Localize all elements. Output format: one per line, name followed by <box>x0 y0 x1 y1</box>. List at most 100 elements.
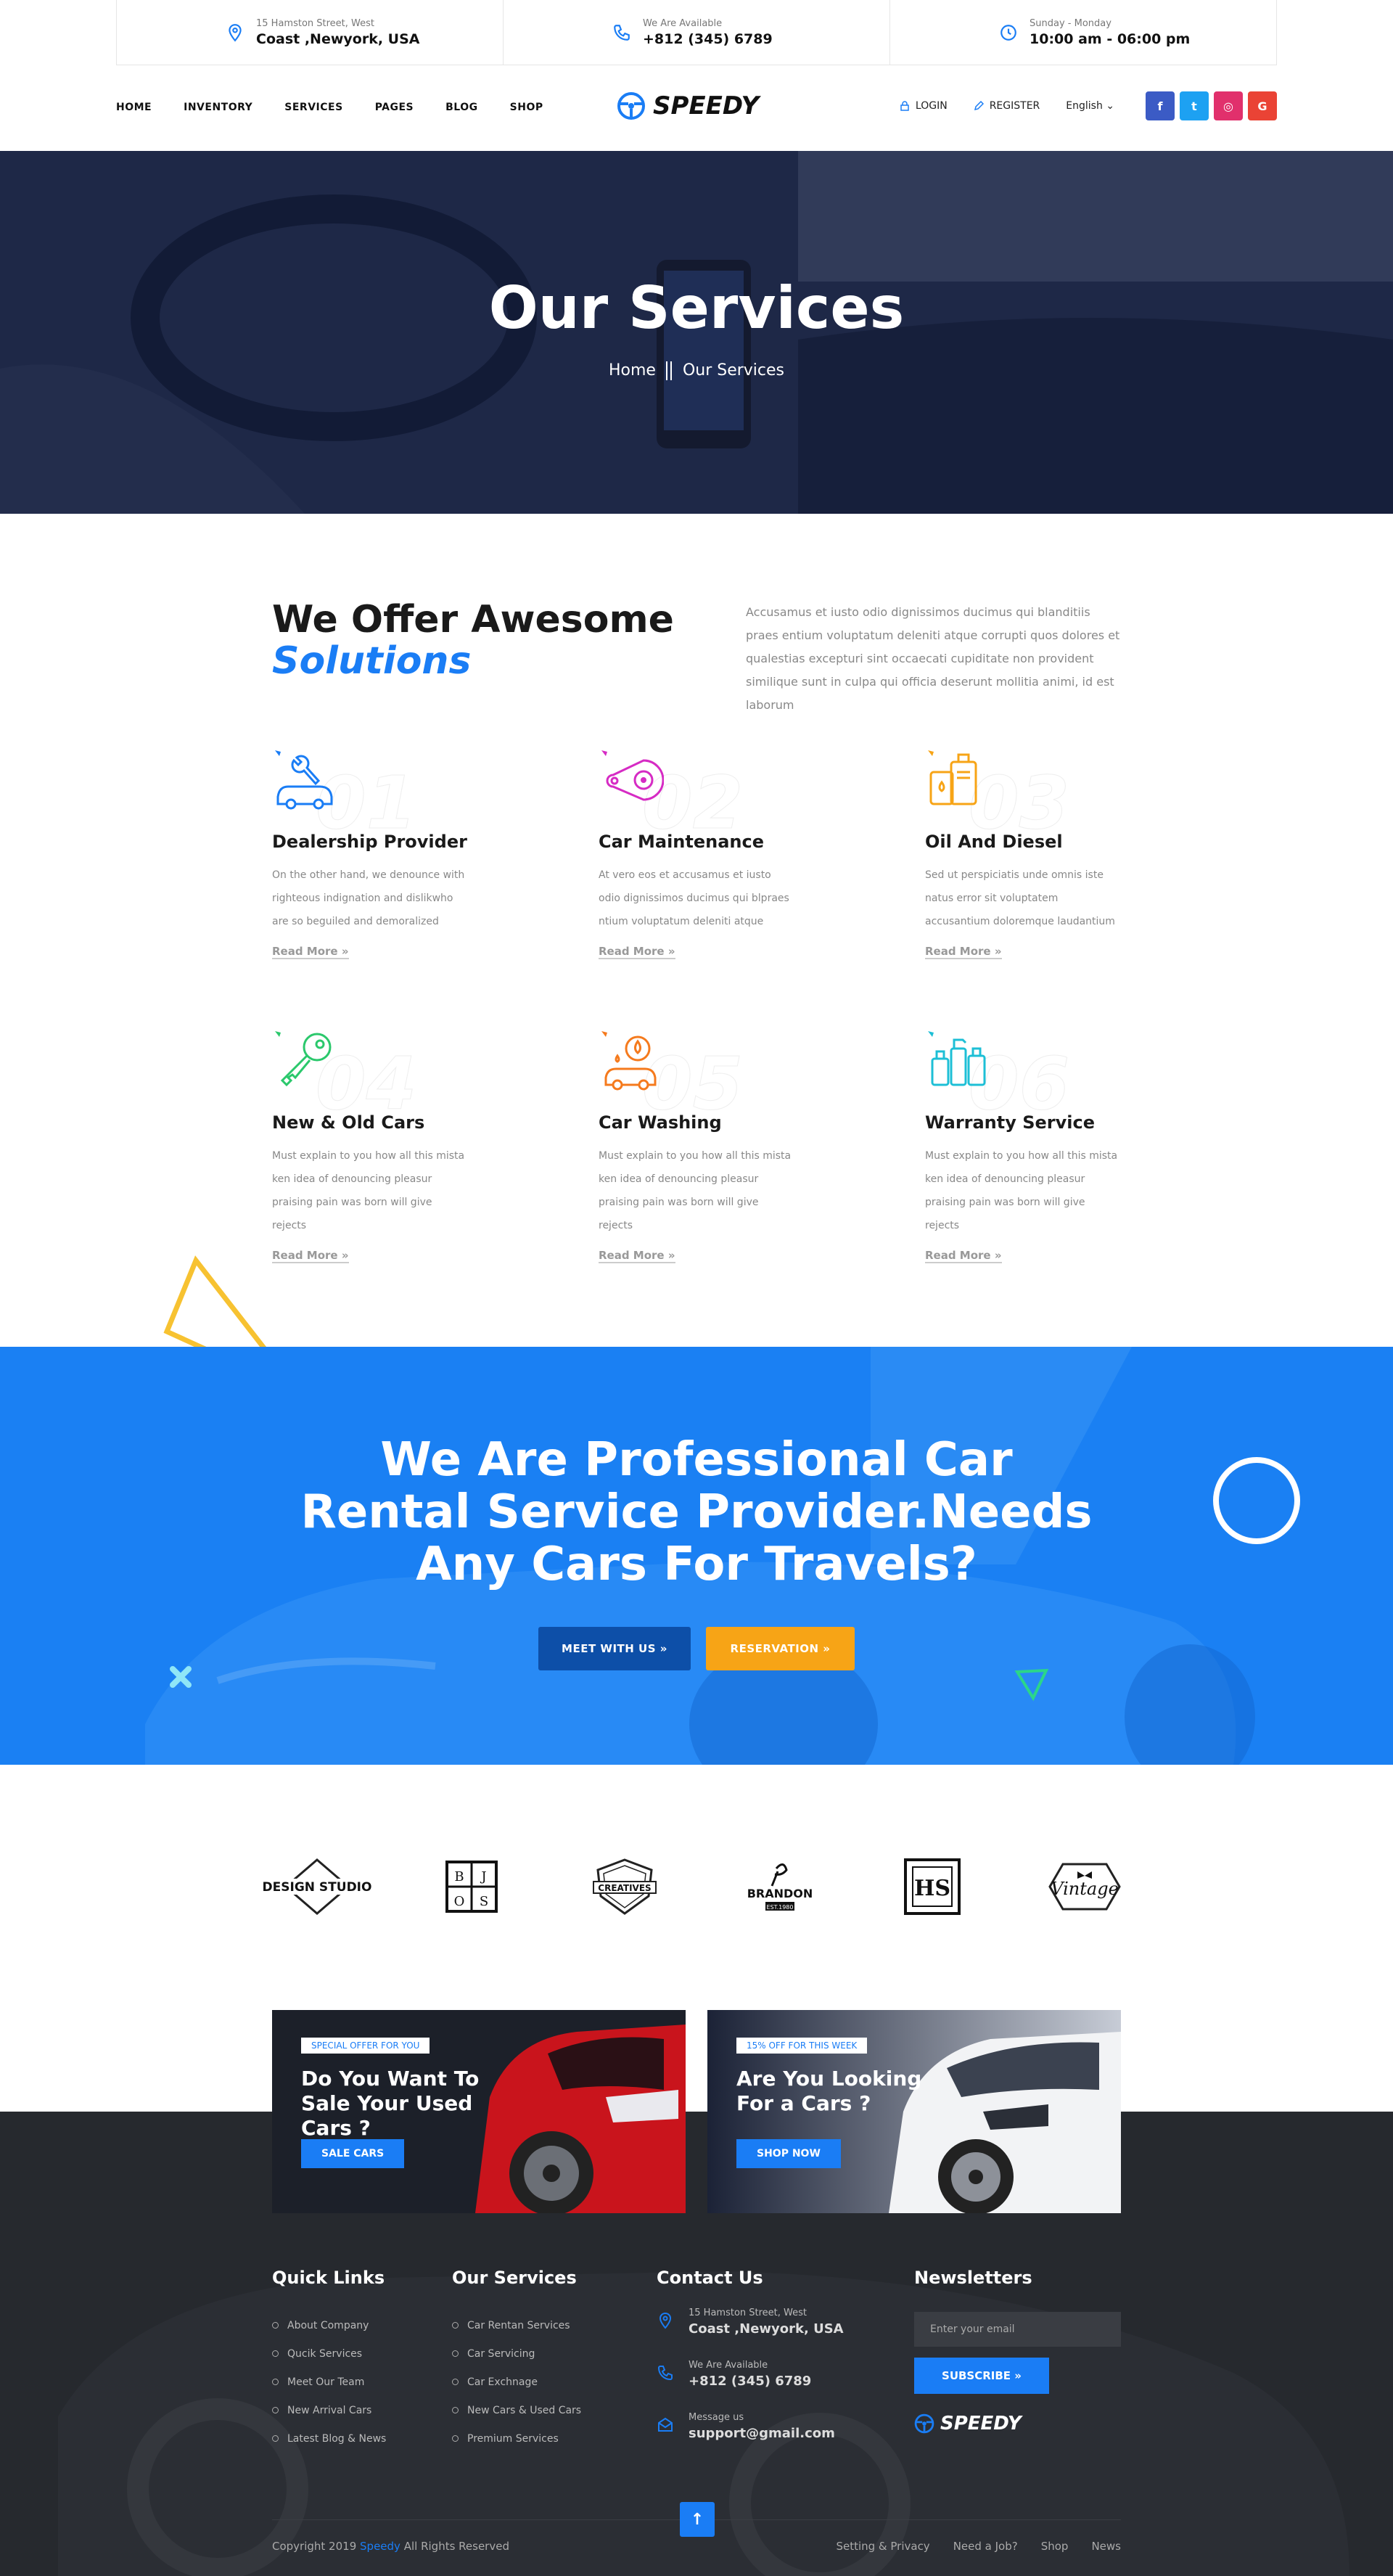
phone-label: We Are Available <box>643 17 723 29</box>
steering-wheel-icon <box>617 92 645 120</box>
brand-letter: O <box>454 1894 465 1909</box>
footer-link[interactable]: Latest Blog & News <box>272 2424 386 2453</box>
scroll-to-top-button[interactable]: ↑ <box>680 2502 715 2537</box>
footer-link[interactable]: Qucik Services <box>272 2339 386 2368</box>
read-more-link[interactable]: Read More » <box>925 945 1002 959</box>
footer-link[interactable]: Meet Our Team <box>272 2368 386 2396</box>
brand-logo-creatives[interactable]: CREATIVES <box>570 1854 679 1919</box>
top-info-bar: 15 Hamston Street, West Coast ,Newyork, … <box>116 0 1277 65</box>
site-logo[interactable]: SPEEDY <box>617 91 759 120</box>
section-title-line1: We Offer Awesome <box>272 598 674 641</box>
cta-title: We Are Professional Car Rental Service P… <box>0 1434 1393 1591</box>
shop-link[interactable]: Shop <box>1041 2540 1069 2553</box>
nav-item-home[interactable]: HOME <box>116 102 152 113</box>
phone-number[interactable]: +812 (345) 6789 <box>643 31 773 47</box>
footer-link[interactable]: New Cars & Used Cars <box>452 2396 581 2424</box>
service-title: Car Washing <box>599 1112 722 1133</box>
service-text: Must explain to you how all this mista k… <box>272 1150 465 1231</box>
login-link[interactable]: LOGIN <box>900 100 948 112</box>
logo-text: SPEEDY <box>653 91 760 120</box>
email-address[interactable]: support@gmail.com <box>689 2426 835 2441</box>
nav-menu: HOME INVENTORY SERVICES PAGES BLOG SHOP <box>116 102 543 113</box>
breadcrumb-home[interactable]: Home <box>609 361 656 380</box>
copyright-brand[interactable]: Speedy <box>360 2540 400 2553</box>
nav-right: LOGIN REGISTER English ⌄ f t ◎ G <box>900 91 1277 120</box>
register-link[interactable]: REGISTER <box>974 100 1040 112</box>
hours-info: Sunday - Monday 10:00 am - 06:00 pm <box>890 0 1276 65</box>
quick-links-list: About Company Qucik Services Meet Our Te… <box>272 2311 386 2453</box>
nav-item-inventory[interactable]: INVENTORY <box>184 102 252 113</box>
google-button[interactable]: G <box>1248 91 1277 120</box>
footer-link[interactable]: Car Rentan Services <box>452 2311 581 2339</box>
register-label: REGISTER <box>989 100 1040 112</box>
cta-title-line1: We Are Professional Car <box>380 1433 1013 1487</box>
nav-item-pages[interactable]: PAGES <box>375 102 414 113</box>
footer-logo-text: SPEEDY <box>940 2413 1022 2435</box>
brand-logo-design-studio[interactable]: DESIGN STUDIO <box>263 1854 371 1919</box>
offer-card-sale: SPECIAL OFFER FOR YOU Do You Want To Sal… <box>272 2010 686 2213</box>
service-text: At vero eos et accusamus et iusto odio d… <box>599 869 789 927</box>
footer-link[interactable]: Car Servicing <box>452 2339 581 2368</box>
language-select[interactable]: English ⌄ <box>1066 100 1114 112</box>
page-hero: Our Services Home Our Services <box>0 151 1393 514</box>
read-more-link[interactable]: Read More » <box>925 1249 1002 1263</box>
cta-banner: We Are Professional Car Rental Service P… <box>0 1347 1393 1765</box>
news-link[interactable]: News <box>1091 2540 1121 2553</box>
copyright-suffix: All Rights Reserved <box>403 2540 509 2553</box>
jobs-link[interactable]: Need a Job? <box>953 2540 1018 2553</box>
service-title: Dealership Provider <box>272 832 467 852</box>
nav-item-services[interactable]: SERVICES <box>284 102 342 113</box>
twitter-button[interactable]: t <box>1180 91 1209 120</box>
read-more-link[interactable]: Read More » <box>272 945 349 959</box>
main-nav: HOME INVENTORY SERVICES PAGES BLOG SHOP … <box>116 86 1277 129</box>
brand-logo-vintage[interactable]: Vintage <box>1030 1854 1139 1919</box>
footer-email: Message us support@gmail.com <box>657 2412 835 2441</box>
sale-cars-button[interactable]: SALE CARS <box>301 2139 405 2168</box>
nav-item-shop[interactable]: SHOP <box>510 102 543 113</box>
brand-name: CREATIVES <box>598 1883 651 1893</box>
car-washing-icon <box>601 1031 657 1091</box>
footer-link[interactable]: Premium Services <box>452 2424 581 2453</box>
privacy-link[interactable]: Setting & Privacy <box>836 2540 929 2553</box>
service-card: 02 Car Maintenance At vero eos et accusa… <box>599 746 831 959</box>
service-card: 01 Dealership Provider On the other hand… <box>272 746 504 959</box>
design-studio-logo: DESIGN STUDIO <box>263 1858 371 1915</box>
meet-with-us-button[interactable]: MEET WITH US » <box>538 1627 691 1670</box>
clock-icon <box>1000 24 1016 41</box>
cta-title-line2: Rental Service Provider.Needs <box>300 1485 1093 1539</box>
creatives-logo: CREATIVES <box>593 1858 657 1915</box>
offer-card-shop: 15% OFF FOR THIS WEEK Are You Looking Fo… <box>707 2010 1121 2213</box>
offer-title: Do You Want To Sale Your Used Cars ? <box>301 2067 480 2140</box>
brand-logo-bjos[interactable]: B J O S <box>417 1854 526 1919</box>
footer-link[interactable]: About Company <box>272 2311 386 2339</box>
shop-now-button[interactable]: SHOP NOW <box>736 2139 841 2168</box>
read-more-link[interactable]: Read More » <box>599 945 675 959</box>
instagram-button[interactable]: ◎ <box>1214 91 1243 120</box>
service-text: Must explain to you how all this mista k… <box>925 1150 1118 1231</box>
facebook-button[interactable]: f <box>1146 91 1175 120</box>
address-line1: 15 Hamston Street, West <box>689 2308 808 2318</box>
address-line1: 15 Hamston Street, West <box>256 17 375 29</box>
offer-title: Are You Looking For a Cars ? <box>736 2067 922 2115</box>
subscribe-button[interactable]: SUBSCRIBE » <box>914 2358 1049 2394</box>
phone-number[interactable]: +812 (345) 6789 <box>689 2374 811 2389</box>
service-text: On the other hand, we denounce with righ… <box>272 869 465 927</box>
footer-link[interactable]: Car Exchnage <box>452 2368 581 2396</box>
vintage-logo: Vintage <box>1048 1863 1121 1911</box>
reservation-button[interactable]: RESERVATION » <box>706 1627 855 1670</box>
brand-logo-brandon[interactable]: BRANDON EST.1980 <box>726 1854 834 1919</box>
section-title-line2: Solutions <box>272 639 472 684</box>
footer-logo[interactable]: SPEEDY <box>914 2413 1022 2435</box>
brandon-logo: BRANDON EST.1980 <box>747 1863 813 1911</box>
nav-item-blog[interactable]: BLOG <box>445 102 478 113</box>
location-pin-icon <box>659 2312 672 2329</box>
newsletter-email-input[interactable] <box>914 2312 1121 2347</box>
small-triangle-decoration-icon <box>1014 1668 1049 1702</box>
service-card: 04 New & Old Cars Must explain to you ho… <box>272 1027 504 1263</box>
brand-logo-hs[interactable]: HS <box>878 1854 987 1919</box>
hours-days: Sunday - Monday <box>1030 17 1111 29</box>
footer-link[interactable]: New Arrival Cars <box>272 2396 386 2424</box>
newsletter-title: Newsletters <box>914 2268 1032 2288</box>
service-text: Must explain to you how all this mista k… <box>599 1150 792 1231</box>
read-more-link[interactable]: Read More » <box>599 1249 675 1263</box>
